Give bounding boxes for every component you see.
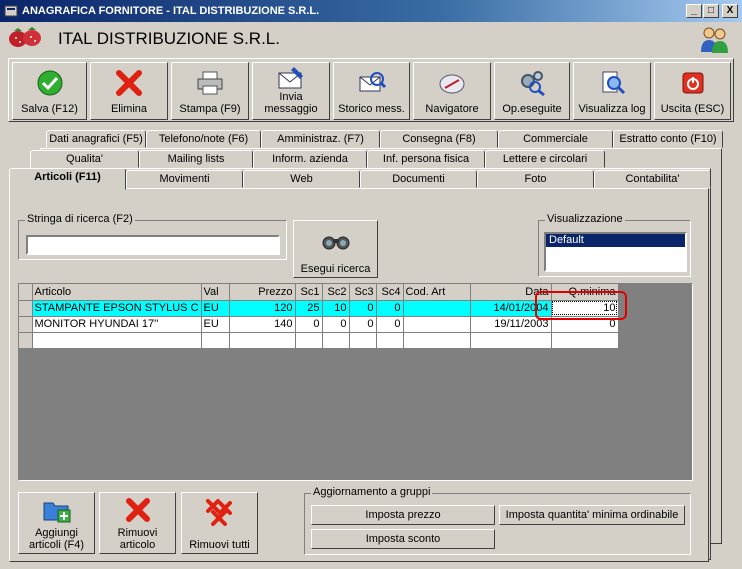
users-icon[interactable] [698, 24, 730, 54]
col-val[interactable]: Val [201, 284, 230, 301]
printer-icon [197, 71, 223, 95]
articles-table: Articolo Val Prezzo Sc1 Sc2 Sc3 Sc4 Cod.… [19, 284, 619, 349]
page-title: ITAL DISTRIBUZIONE S.R.L. [58, 29, 280, 48]
print-button[interactable]: Stampa (F9) [171, 62, 249, 120]
send-message-button[interactable]: Invia messaggio [252, 62, 330, 120]
view-log-button[interactable]: Visualizza log [573, 62, 651, 120]
view-listbox[interactable]: Default [544, 232, 687, 272]
search-button[interactable]: Esegui ricerca [293, 220, 378, 278]
envelope-search-icon [359, 72, 386, 92]
navigator-button[interactable]: Navigatore [413, 62, 491, 120]
tab-contabilita[interactable]: Contabilita' [594, 170, 711, 188]
search-input[interactable] [26, 235, 280, 255]
check-icon [37, 70, 62, 96]
tab-qualita[interactable]: Qualita' [30, 150, 139, 168]
exit-button[interactable]: Uscita (ESC) [654, 62, 731, 120]
table-row-empty[interactable] [19, 332, 619, 349]
tab-lettere-circolari[interactable]: Lettere e circolari [485, 150, 605, 168]
tab-consegna[interactable]: Consegna (F8) [380, 130, 498, 148]
delete-button[interactable]: Elimina [90, 62, 168, 120]
title-bar[interactable]: ANAGRAFICA FORNITORE - ITAL DISTRIBUZION… [0, 0, 742, 22]
minimize-button[interactable]: _ [686, 4, 702, 18]
table-row[interactable]: MONITOR HYUNDAI 17'' EU 140 0 0 0 0 19/1… [19, 316, 619, 333]
col-sc2[interactable]: Sc2 [322, 284, 350, 301]
log-search-icon [602, 71, 626, 95]
maximize-button[interactable]: □ [703, 4, 719, 18]
tab-telefono-note[interactable]: Telefono/note (F6) [146, 130, 261, 148]
message-history-button[interactable]: Storico mess. [333, 62, 410, 120]
remove-article-button[interactable]: Rimuovi articolo [99, 492, 176, 554]
table-row[interactable]: STAMPANTE EPSON STYLUS C EU 120 25 10 0 … [19, 300, 619, 317]
compass-icon [439, 74, 465, 94]
view-option-default[interactable]: Default [546, 234, 685, 247]
table-header: Articolo Val Prezzo Sc1 Sc2 Sc3 Sc4 Cod.… [19, 284, 619, 301]
tab-estratto-conto[interactable]: Estratto conto (F10) [613, 130, 723, 148]
app-icon [4, 5, 18, 17]
multi-red-x-icon [206, 499, 232, 526]
set-min-qty-button[interactable]: Imposta quantita' minima ordinabile [499, 505, 685, 525]
red-x-icon [126, 498, 150, 522]
save-button[interactable]: Salva (F12) [12, 62, 87, 120]
col-prezzo[interactable]: Prezzo [229, 284, 296, 301]
tab-documenti[interactable]: Documenti [360, 170, 477, 188]
tab-articoli[interactable]: Articoli (F11) [9, 168, 126, 190]
envelope-pen-icon [278, 67, 303, 89]
folder-add-icon [43, 502, 71, 523]
tab-inform-azienda[interactable]: Inform. azienda [253, 150, 367, 168]
tab-inf-persona-fisica[interactable]: Inf. persona fisica [367, 150, 485, 168]
col-sc4[interactable]: Sc4 [376, 284, 404, 301]
col-articolo[interactable]: Articolo [32, 284, 202, 301]
col-sc1[interactable]: Sc1 [295, 284, 323, 301]
red-x-icon [116, 70, 142, 96]
col-cod-art[interactable]: Cod. Art [403, 284, 471, 301]
row-indicator [19, 284, 33, 301]
tab-web[interactable]: Web [243, 170, 360, 188]
strawberry-logo-icon [9, 27, 41, 47]
window-title: ANAGRAFICA FORNITORE - ITAL DISTRIBUZION… [22, 5, 320, 17]
toolbar: Salva (F12) Elimina Stampa (F9) Invia mes… [8, 58, 734, 122]
operations-done-button[interactable]: Op.eseguite [494, 62, 570, 120]
power-icon [682, 72, 703, 94]
add-articles-button[interactable]: Aggiungi articoli (F4) [18, 492, 95, 554]
col-sc3[interactable]: Sc3 [349, 284, 377, 301]
gears-search-icon [521, 71, 545, 97]
tab-amministrazione[interactable]: Amministraz. (F7) [261, 130, 380, 148]
tab-foto[interactable]: Foto [477, 170, 594, 188]
tab-commerciale[interactable]: Commerciale [498, 130, 613, 148]
tab-mailing-lists[interactable]: Mailing lists [139, 150, 253, 168]
set-discount-button[interactable]: Imposta sconto [311, 529, 495, 549]
tab-dati-anagrafici[interactable]: Dati anagrafici (F5) [46, 130, 146, 148]
binoculars-icon [322, 236, 350, 250]
close-button[interactable]: X [722, 4, 738, 18]
tab-movimenti[interactable]: Movimenti [126, 170, 243, 188]
set-price-button[interactable]: Imposta prezzo [311, 505, 495, 525]
highlight-outline [535, 291, 627, 320]
remove-all-button[interactable]: Rimuovi tutti [181, 492, 258, 554]
